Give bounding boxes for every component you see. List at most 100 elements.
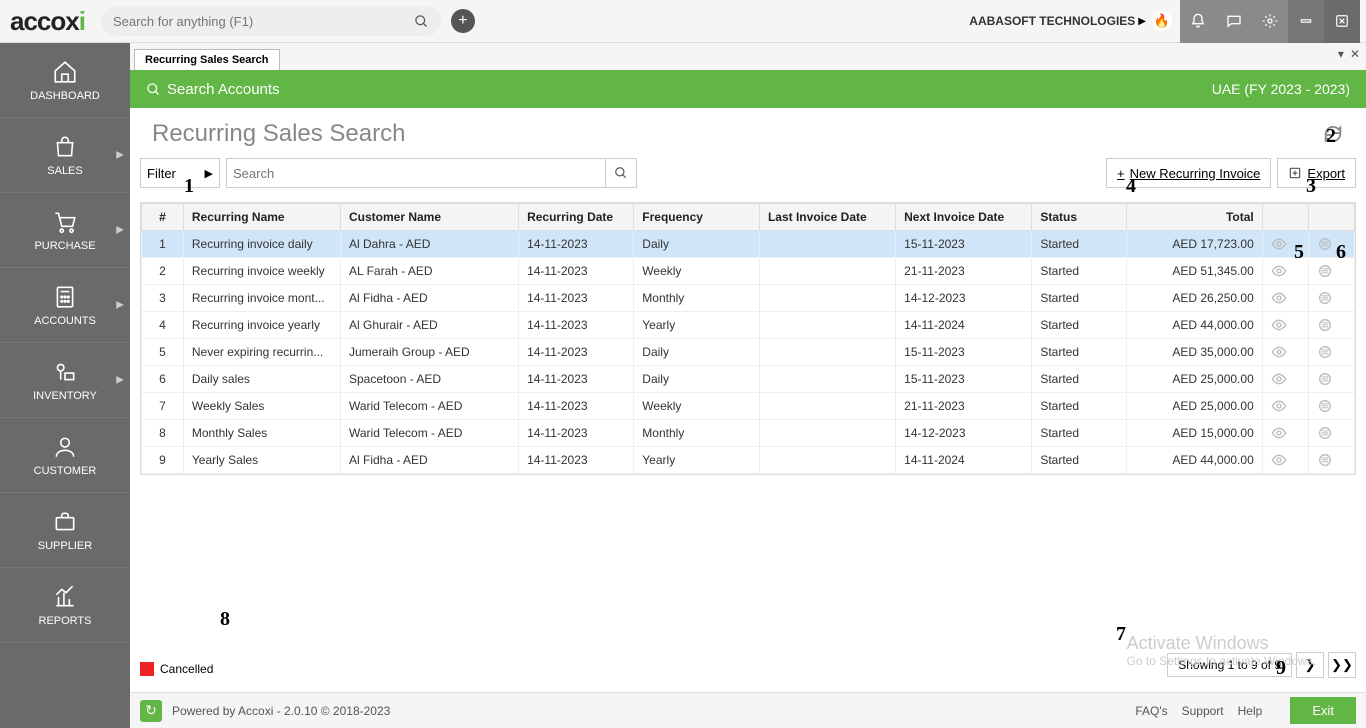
gear-icon[interactable] bbox=[1252, 0, 1288, 43]
legend-label: Cancelled bbox=[160, 662, 213, 676]
table-row[interactable]: 4Recurring invoice yearlyAl Ghurair - AE… bbox=[142, 312, 1355, 339]
chevron-right-icon: ▶ bbox=[116, 300, 124, 311]
table-row[interactable]: 3Recurring invoice mont...Al Fidha - AED… bbox=[142, 285, 1355, 312]
sidebar-item-accounts[interactable]: ACCOUNTS ▶ bbox=[0, 268, 130, 343]
chevron-right-icon: ▶ bbox=[116, 150, 124, 161]
sidebar-item-label: INVENTORY bbox=[33, 390, 97, 402]
search-button[interactable] bbox=[605, 158, 637, 188]
more-icon[interactable] bbox=[1308, 366, 1354, 393]
sidebar-item-inventory[interactable]: INVENTORY ▶ bbox=[0, 343, 130, 418]
view-icon[interactable] bbox=[1262, 312, 1308, 339]
breadcrumb-bar: Search Accounts UAE (FY 2023 - 2023) bbox=[130, 70, 1366, 108]
view-icon[interactable] bbox=[1262, 366, 1308, 393]
app-logo: accoxi bbox=[10, 6, 85, 37]
sidebar: DASHBOARD SALES ▶ PURCHASE ▶ ACCOUNTS ▶ … bbox=[0, 43, 130, 728]
new-recurring-invoice-button[interactable]: + New Recurring Invoice bbox=[1106, 158, 1271, 188]
view-icon[interactable] bbox=[1262, 420, 1308, 447]
sidebar-item-reports[interactable]: REPORTS bbox=[0, 568, 130, 643]
sidebar-item-label: REPORTS bbox=[39, 615, 92, 627]
footer: ↻ Powered by Accoxi - 2.0.10 © 2018-2023… bbox=[130, 692, 1366, 728]
more-icon[interactable] bbox=[1308, 258, 1354, 285]
view-icon[interactable] bbox=[1262, 285, 1308, 312]
table-row[interactable]: 6Daily salesSpacetoon - AED14-11-2023Dai… bbox=[142, 366, 1355, 393]
close-icon[interactable] bbox=[1324, 0, 1360, 43]
view-icon[interactable] bbox=[1262, 258, 1308, 285]
annotation-7: 7 bbox=[1116, 623, 1126, 646]
data-grid: # Recurring NameCustomer NameRecurring D… bbox=[140, 202, 1356, 475]
tab-strip: Recurring Sales Search ▾ ✕ bbox=[130, 43, 1366, 70]
sidebar-item-label: PURCHASE bbox=[34, 240, 95, 252]
refresh-icon[interactable] bbox=[1322, 123, 1344, 145]
tab-recurring-sales-search[interactable]: Recurring Sales Search bbox=[134, 49, 280, 70]
table-row[interactable]: 1Recurring invoice dailyAl Dahra - AED14… bbox=[142, 231, 1355, 258]
more-icon[interactable] bbox=[1308, 312, 1354, 339]
minimize-icon[interactable] bbox=[1288, 0, 1324, 43]
user-icon bbox=[52, 434, 78, 460]
annotation-8: 8 bbox=[220, 608, 230, 631]
support-link[interactable]: Support bbox=[1182, 704, 1224, 718]
powered-by: Powered by Accoxi - 2.0.10 © 2018-2023 bbox=[172, 704, 390, 718]
help-link[interactable]: Help bbox=[1238, 704, 1263, 718]
bag-icon bbox=[52, 134, 78, 160]
last-page-button[interactable]: ❯❯ bbox=[1328, 652, 1356, 678]
plus-icon: + bbox=[1117, 166, 1125, 181]
tab-dropdown-icon[interactable]: ▾ bbox=[1338, 47, 1344, 61]
sidebar-item-purchase[interactable]: PURCHASE ▶ bbox=[0, 193, 130, 268]
view-icon[interactable] bbox=[1262, 339, 1308, 366]
topbar: accoxi + AABASOFT TECHNOLOGIES ▶ 🔥 bbox=[0, 0, 1366, 43]
export-icon bbox=[1288, 166, 1302, 180]
faq-link[interactable]: FAQ's bbox=[1135, 704, 1167, 718]
table-row[interactable]: 7Weekly SalesWarid Telecom - AED14-11-20… bbox=[142, 393, 1355, 420]
chevron-right-icon: ▶ bbox=[1138, 16, 1146, 27]
org-name[interactable]: AABASOFT TECHNOLOGIES bbox=[969, 14, 1135, 28]
table-row[interactable]: 8Monthly SalesWarid Telecom - AED14-11-2… bbox=[142, 420, 1355, 447]
sidebar-item-label: SUPPLIER bbox=[38, 540, 92, 552]
global-search-input[interactable] bbox=[113, 14, 414, 29]
next-page-button[interactable]: ❯ bbox=[1296, 652, 1324, 678]
more-icon[interactable] bbox=[1308, 420, 1354, 447]
add-icon[interactable]: + bbox=[451, 9, 475, 33]
fire-icon[interactable]: 🔥 bbox=[1152, 11, 1172, 31]
button-label: Export bbox=[1307, 166, 1345, 181]
chevron-right-icon: ▶ bbox=[116, 225, 124, 236]
filter-row: Filter ▶ + New Recurring Invoice Export bbox=[130, 152, 1366, 194]
sidebar-item-label: CUSTOMER bbox=[34, 465, 97, 477]
tab-close-icon[interactable]: ✕ bbox=[1350, 47, 1360, 61]
chart-icon bbox=[52, 584, 78, 610]
filter-search-input[interactable] bbox=[233, 166, 575, 181]
red-square-icon bbox=[140, 662, 154, 676]
sidebar-item-supplier[interactable]: SUPPLIER bbox=[0, 493, 130, 568]
play-icon: ▶ bbox=[205, 167, 213, 180]
search-icon bbox=[146, 82, 161, 97]
global-search[interactable] bbox=[101, 6, 441, 36]
table-row[interactable]: 2Recurring invoice weeklyAL Farah - AED1… bbox=[142, 258, 1355, 285]
sidebar-item-dashboard[interactable]: DASHBOARD bbox=[0, 43, 130, 118]
view-icon[interactable] bbox=[1262, 447, 1308, 474]
sidebar-item-customer[interactable]: CUSTOMER bbox=[0, 418, 130, 493]
accoxi-logo-icon: ↻ bbox=[140, 700, 162, 722]
filter-button[interactable]: Filter ▶ bbox=[140, 158, 220, 188]
table-header: # Recurring NameCustomer NameRecurring D… bbox=[142, 204, 1355, 231]
view-icon[interactable] bbox=[1262, 393, 1308, 420]
chat-icon[interactable] bbox=[1216, 0, 1252, 43]
more-icon[interactable] bbox=[1308, 285, 1354, 312]
bell-icon[interactable] bbox=[1180, 0, 1216, 43]
sidebar-item-label: DASHBOARD bbox=[30, 90, 100, 102]
sidebar-item-label: ACCOUNTS bbox=[34, 315, 96, 327]
more-icon[interactable] bbox=[1308, 231, 1354, 258]
page-title: Recurring Sales Search bbox=[152, 120, 405, 148]
export-button[interactable]: Export bbox=[1277, 158, 1356, 188]
table-row[interactable]: 9Yearly SalesAl Fidha - AED14-11-2023Yea… bbox=[142, 447, 1355, 474]
cancelled-legend: Cancelled bbox=[140, 662, 213, 676]
filter-search[interactable] bbox=[226, 158, 606, 188]
calculator-icon bbox=[52, 284, 78, 310]
filter-label: Filter bbox=[147, 166, 176, 181]
more-icon[interactable] bbox=[1308, 339, 1354, 366]
more-icon[interactable] bbox=[1308, 393, 1354, 420]
more-icon[interactable] bbox=[1308, 447, 1354, 474]
table-row[interactable]: 5Never expiring recurrin...Jumeraih Grou… bbox=[142, 339, 1355, 366]
sidebar-item-sales[interactable]: SALES ▶ bbox=[0, 118, 130, 193]
exit-button[interactable]: Exit bbox=[1290, 697, 1356, 724]
view-icon[interactable] bbox=[1262, 231, 1308, 258]
main: Recurring Sales Search ▾ ✕ Search Accoun… bbox=[130, 43, 1366, 728]
